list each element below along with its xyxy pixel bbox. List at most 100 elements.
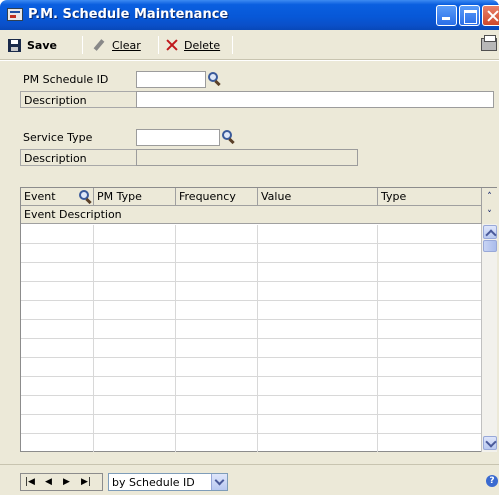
grid-cell[interactable]	[378, 434, 481, 452]
pm-schedule-id-field[interactable]	[136, 71, 206, 88]
magnifier-icon[interactable]	[206, 71, 222, 87]
column-header-event-description[interactable]: Event Description	[21, 206, 481, 224]
clear-button[interactable]: Clear	[92, 37, 141, 53]
close-button[interactable]	[482, 5, 499, 26]
grid-cell[interactable]	[21, 434, 94, 452]
window-icon[interactable]	[7, 8, 23, 21]
grid-cell[interactable]	[21, 396, 94, 415]
grid-cell[interactable]	[21, 339, 94, 358]
grid-cell[interactable]	[378, 377, 481, 396]
grid-cell[interactable]	[176, 434, 258, 452]
table-row[interactable]	[21, 301, 481, 320]
grid-cell[interactable]	[21, 320, 94, 339]
grid-cell[interactable]	[21, 415, 94, 434]
grid-cell[interactable]	[176, 301, 258, 320]
vertical-scrollbar[interactable]	[481, 224, 497, 452]
grid-cell[interactable]	[176, 263, 258, 282]
grid-cell[interactable]	[258, 263, 378, 282]
expand-rows-icon[interactable]: ˅	[485, 210, 494, 220]
grid-cell[interactable]	[21, 244, 94, 263]
table-row[interactable]	[21, 320, 481, 339]
table-row[interactable]	[21, 244, 481, 263]
scroll-up-button[interactable]	[483, 225, 497, 239]
grid-cell[interactable]	[176, 396, 258, 415]
grid-cell[interactable]	[258, 396, 378, 415]
next-record-icon[interactable]: ▶	[63, 476, 70, 488]
grid-cell[interactable]	[176, 282, 258, 301]
magnifier-icon[interactable]	[220, 129, 236, 145]
grid-cell[interactable]	[176, 320, 258, 339]
table-row[interactable]	[21, 415, 481, 434]
grid-cell[interactable]	[258, 282, 378, 301]
collapse-rows-icon[interactable]: ˄	[485, 192, 494, 202]
grid-cell[interactable]	[258, 320, 378, 339]
grid-cell[interactable]	[258, 358, 378, 377]
grid-cell[interactable]	[21, 301, 94, 320]
grid-cell[interactable]	[378, 415, 481, 434]
delete-button[interactable]: Delete	[166, 37, 220, 53]
grid-cell[interactable]	[94, 415, 176, 434]
grid-cell[interactable]	[258, 339, 378, 358]
table-row[interactable]	[21, 225, 481, 244]
grid-cell[interactable]	[176, 339, 258, 358]
maximize-button[interactable]	[459, 5, 480, 26]
table-row[interactable]	[21, 377, 481, 396]
grid-cell[interactable]	[378, 320, 481, 339]
printer-icon[interactable]	[481, 35, 497, 51]
service-type-field[interactable]	[136, 129, 220, 146]
grid-cell[interactable]	[258, 415, 378, 434]
scroll-thumb[interactable]	[483, 240, 497, 252]
grid-cell[interactable]	[258, 301, 378, 320]
grid-cell[interactable]	[378, 244, 481, 263]
column-header-type[interactable]: Type	[378, 188, 481, 206]
grid-cell[interactable]	[94, 396, 176, 415]
grid-cell[interactable]	[258, 377, 378, 396]
grid-cell[interactable]	[176, 415, 258, 434]
column-header-value[interactable]: Value	[258, 188, 378, 206]
grid-cell[interactable]	[378, 282, 481, 301]
grid-cell[interactable]	[94, 377, 176, 396]
sort-by-dropdown[interactable]: by Schedule ID	[108, 473, 228, 491]
grid-cell[interactable]	[21, 225, 94, 244]
help-icon[interactable]: ?	[486, 475, 498, 487]
grid-cell[interactable]	[378, 263, 481, 282]
column-header-pm-type[interactable]: PM Type	[94, 188, 176, 206]
table-row[interactable]	[21, 358, 481, 377]
grid-cell[interactable]	[94, 263, 176, 282]
minimize-button[interactable]	[436, 5, 457, 26]
grid-cell[interactable]	[176, 358, 258, 377]
grid-cell[interactable]	[94, 301, 176, 320]
grid-cell[interactable]	[94, 339, 176, 358]
save-button[interactable]: Save	[8, 37, 57, 53]
table-row[interactable]	[21, 434, 481, 452]
grid-cell[interactable]	[94, 282, 176, 301]
magnifier-icon[interactable]	[77, 189, 93, 205]
grid-cell[interactable]	[94, 434, 176, 452]
column-header-frequency[interactable]: Frequency	[176, 188, 258, 206]
grid-cell[interactable]	[176, 225, 258, 244]
table-row[interactable]	[21, 282, 481, 301]
previous-record-icon[interactable]: ◀	[45, 476, 52, 488]
grid-cell[interactable]	[21, 358, 94, 377]
description-field[interactable]	[136, 91, 494, 108]
grid-cell[interactable]	[21, 377, 94, 396]
grid-cell[interactable]	[258, 244, 378, 263]
grid-cell[interactable]	[378, 301, 481, 320]
grid-cell[interactable]	[378, 225, 481, 244]
scroll-down-button[interactable]	[483, 436, 497, 450]
last-record-icon[interactable]: ▶|	[81, 476, 91, 488]
grid-cell[interactable]	[21, 263, 94, 282]
grid-cell[interactable]	[176, 377, 258, 396]
table-row[interactable]	[21, 263, 481, 282]
grid-cell[interactable]	[378, 358, 481, 377]
grid-cell[interactable]	[176, 244, 258, 263]
grid-cell[interactable]	[378, 396, 481, 415]
first-record-icon[interactable]: |◀	[25, 476, 35, 488]
grid-cell[interactable]	[94, 244, 176, 263]
chevron-down-icon[interactable]	[211, 474, 227, 490]
grid-cell[interactable]	[258, 434, 378, 452]
grid-cell[interactable]	[94, 358, 176, 377]
grid-cell[interactable]	[94, 320, 176, 339]
grid-cell[interactable]	[21, 282, 94, 301]
grid-cell[interactable]	[94, 225, 176, 244]
